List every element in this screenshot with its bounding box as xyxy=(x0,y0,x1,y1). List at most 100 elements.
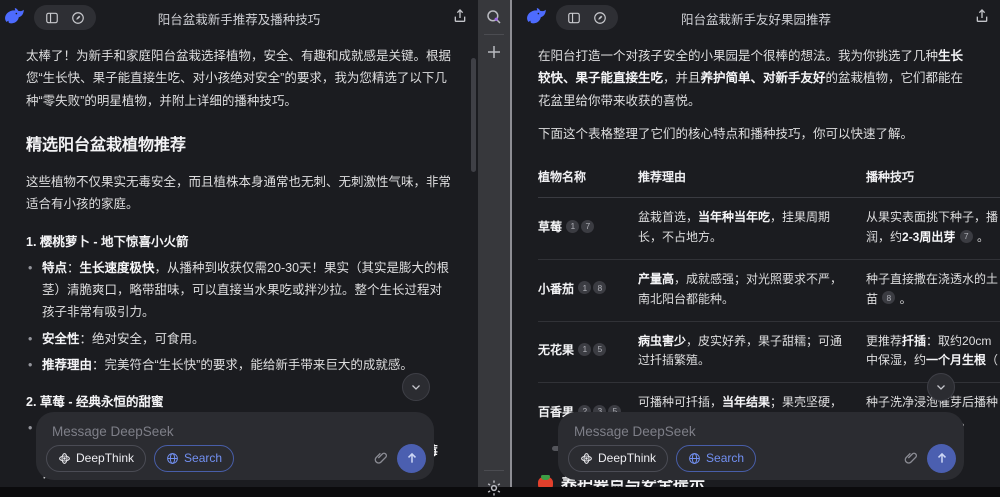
reason-cell: 产量高，成就感强；对光照要求不严，南北阳台都能种。 xyxy=(638,259,866,321)
search-icon[interactable] xyxy=(485,8,503,26)
bold-text: 病虫害少 xyxy=(638,334,686,348)
bold-text: 推荐理由 xyxy=(42,358,92,372)
plant-name: 草莓 xyxy=(538,220,565,234)
deepthink-label: DeepThink xyxy=(598,451,656,465)
citation-badge[interactable]: 1 xyxy=(566,220,579,233)
text: 润，约 xyxy=(866,230,902,244)
deepseek-window-right: 阳台盆栽新手友好果园推荐 在阳台打造一个对孩子安全的小果园是个很棒的想法。我为你… xyxy=(510,0,1000,487)
text: （ xyxy=(986,353,998,367)
chevron-down-icon xyxy=(410,381,422,393)
search-label: Search xyxy=(184,451,222,465)
citation-badge[interactable]: 5 xyxy=(593,343,606,356)
bold-text: 安全性 xyxy=(42,332,80,346)
citation-badge[interactable]: 1 xyxy=(578,343,591,356)
text: ：取约20cm xyxy=(926,334,991,348)
list-item: 安全性：绝对安全，可食用。 xyxy=(26,328,452,350)
attach-paperclip-icon[interactable] xyxy=(373,450,389,466)
tips-cell: 种子直接撒在浇透水的土苗 8 。 xyxy=(866,259,1000,321)
toolbar-divider xyxy=(484,470,504,471)
paragraph: 在阳台打造一个对孩子安全的小果园是个很棒的想法。我为你挑选了几种生长较快、果子能… xyxy=(538,45,974,112)
text: 可播种可扦插， xyxy=(638,395,722,409)
message-composer[interactable]: Message DeepSeek DeepThink Search xyxy=(558,412,964,480)
message-composer[interactable]: Message DeepSeek DeepThink Search xyxy=(36,412,434,480)
text: 盆栽首选， xyxy=(638,210,698,224)
bold-text: 扦插 xyxy=(902,334,926,348)
bold-text: 生长速度极快 xyxy=(80,261,155,275)
plants-table: 植物名称推荐理由播种技巧草莓 17盆栽首选，当年种当年吃，挂果周期长，不占地方。… xyxy=(538,159,1000,444)
share-icon[interactable] xyxy=(452,8,468,24)
vertical-scrollbar-thumb[interactable] xyxy=(471,58,476,172)
bold-text: 当年结果 xyxy=(722,395,770,409)
bold-text: 2-3周出芽 xyxy=(902,230,955,244)
reason-cell: 盆栽首选，当年种当年吃，挂果周期长，不占地方。 xyxy=(638,198,866,260)
list-item-heading: 2. 草莓 - 经典永恒的甜蜜 xyxy=(26,391,452,413)
deepthink-button[interactable]: DeepThink xyxy=(568,445,668,472)
text: ：绝对安全，可食用。 xyxy=(80,332,205,346)
arrow-up-icon xyxy=(935,451,949,465)
paragraph: 太棒了！为新手和家庭阳台盆栽选择植物，安全、有趣和成就感是关键。根据您“生长快、… xyxy=(26,45,452,112)
deepthink-atom-icon xyxy=(580,452,593,465)
citation-badge[interactable]: 1 xyxy=(578,281,591,294)
deepthink-button[interactable]: DeepThink xyxy=(46,445,146,472)
text: 从果实表面挑下种子，播 xyxy=(866,210,998,224)
text: 苗 xyxy=(866,292,881,306)
strawberry-emoji xyxy=(538,477,553,487)
globe-icon xyxy=(166,452,179,465)
plant-name: 无花果 xyxy=(538,343,577,357)
text: 。 xyxy=(974,230,989,244)
composer-toolbar: DeepThink Search xyxy=(46,444,426,472)
table-row: 草莓 17盆栽首选，当年种当年吃，挂果周期长，不占地方。从果实表面挑下种子，播润… xyxy=(538,198,1000,260)
scroll-to-bottom-button[interactable] xyxy=(927,373,955,401)
list-item: 特点：生长速度极快，从播种到收获仅需20-30天！果实（其实是膨大的根茎）清脆爽… xyxy=(26,257,452,324)
bold-text: 养护简单、对新手友好 xyxy=(701,71,826,85)
scroll-to-bottom-button[interactable] xyxy=(402,373,430,401)
chevron-down-icon xyxy=(935,381,947,393)
deepseek-window-left: 阳台盆栽新手推荐及播种技巧 太棒了！为新手和家庭阳台盆栽选择植物，安全、有趣和成… xyxy=(0,0,478,487)
table-header: 推荐理由 xyxy=(638,159,866,198)
send-button[interactable] xyxy=(927,444,956,473)
new-tab-plus-icon[interactable] xyxy=(485,43,503,61)
section-heading: 精选阳台盆栽植物推荐 xyxy=(26,132,452,160)
citation-badge[interactable]: 7 xyxy=(960,230,973,243)
attach-paperclip-icon[interactable] xyxy=(903,450,919,466)
plant-name-cell: 小番茄 18 xyxy=(538,259,638,321)
bold-text: 特点 xyxy=(42,261,67,275)
bold-text: 当年种当年吃 xyxy=(698,210,770,224)
chat-title: 阳台盆栽新手推荐及播种技巧 xyxy=(0,9,478,28)
text: ：完美符合“生长快”的要求，能给新手带来巨大的成就感。 xyxy=(92,358,413,372)
paragraph: 下面这个表格整理了它们的核心特点和播种技巧，你可以快速了解。 xyxy=(538,123,974,145)
globe-icon xyxy=(688,452,701,465)
window-header: 阳台盆栽新手推荐及播种技巧 xyxy=(0,0,478,32)
chat-title: 阳台盆栽新手友好果园推荐 xyxy=(512,9,1000,28)
citation-badge[interactable]: 8 xyxy=(882,291,895,304)
bold-text: 产量高 xyxy=(638,272,674,286)
web-search-button[interactable]: Search xyxy=(154,445,234,472)
list-item-heading: 1. 樱桃萝卜 - 地下惊喜小火箭 xyxy=(26,231,452,253)
share-icon[interactable] xyxy=(974,8,990,24)
citation-badge[interactable]: 7 xyxy=(581,220,594,233)
text: 中保湿，约 xyxy=(866,353,926,367)
table-header: 播种技巧 xyxy=(866,159,1000,198)
plant-name: 小番茄 xyxy=(538,282,577,296)
send-button[interactable] xyxy=(397,444,426,473)
composer-placeholder: Message DeepSeek xyxy=(52,424,174,439)
composer-placeholder: Message DeepSeek xyxy=(574,424,696,439)
list-item: 推荐理由：完美符合“生长快”的要求，能给新手带来巨大的成就感。 xyxy=(26,354,452,376)
text: 更推荐 xyxy=(866,334,902,348)
citation-badge[interactable]: 8 xyxy=(593,281,606,294)
web-search-button[interactable]: Search xyxy=(676,445,756,472)
toolbar-divider xyxy=(484,34,504,35)
table-row: 无花果 15病虫害少，皮实好养，果子甜糯；可通过扦插繁殖。更推荐扦插：取约20c… xyxy=(538,321,1000,383)
plant-name-cell: 草莓 17 xyxy=(538,198,638,260)
settings-gear-icon[interactable] xyxy=(485,479,503,497)
text: 下面这个表格整理了它们的核心特点和播种技巧，你可以快速了解。 xyxy=(538,127,913,141)
heading-text: 精选阳台盆栽植物推荐 xyxy=(26,132,186,160)
window-header: 阳台盆栽新手友好果园推荐 xyxy=(512,0,1000,32)
text: 种子直接撒在浇透水的土 xyxy=(866,272,998,286)
paragraph: 这些植物不仅果实无毒安全，而且植株本身通常也无刺、无刺激性气味，非常适合有小孩的… xyxy=(26,171,452,216)
tips-cell: 更推荐扦插：取约20cm中保湿，约一个月生根（ xyxy=(866,321,1000,383)
tips-cell: 从果实表面挑下种子，播润，约2-3周出芽 7 。 xyxy=(866,198,1000,260)
text: 太棒了！为新手和家庭阳台盆栽选择植物，安全、有趣和成就感是关键。根据您“生长快、… xyxy=(26,49,451,108)
bold-text: 一个月生根 xyxy=(926,353,986,367)
table-row: 小番茄 18产量高，成就感强；对光照要求不严，南北阳台都能种。种子直接撒在浇透水… xyxy=(538,259,1000,321)
